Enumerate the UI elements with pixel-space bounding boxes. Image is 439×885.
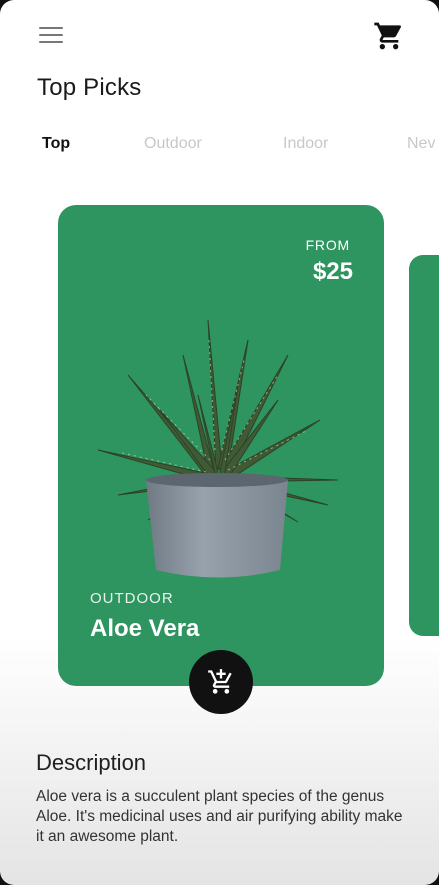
page-title: Top Picks bbox=[37, 74, 142, 101]
tab-top[interactable]: Top bbox=[42, 135, 70, 153]
description-text: Aloe vera is a succulent plant species o… bbox=[36, 788, 403, 845]
aloe-vera-plant-image bbox=[97, 319, 339, 578]
description-heading: Description bbox=[36, 750, 147, 775]
tab-new[interactable]: Nev bbox=[407, 135, 435, 153]
price-prefix: FROM bbox=[305, 237, 350, 253]
product-card[interactable]: FROM $25 OUTDOOR Aloe Vera bbox=[58, 205, 384, 686]
tab-indoor[interactable]: Indoor bbox=[283, 135, 328, 153]
category-tabs: Top Outdoor Indoor Nev bbox=[0, 135, 439, 161]
add-to-cart-icon bbox=[208, 669, 232, 694]
product-price: $25 bbox=[312, 258, 353, 285]
product-category: OUTDOOR bbox=[90, 590, 174, 607]
tab-outdoor[interactable]: Outdoor bbox=[144, 135, 202, 153]
product-name: Aloe Vera bbox=[90, 615, 200, 642]
shopping-cart-icon[interactable] bbox=[373, 20, 405, 52]
hamburger-menu-icon[interactable] bbox=[38, 24, 64, 46]
app-screen: Top Picks Top Outdoor Indoor Nev FROM $2… bbox=[0, 0, 439, 885]
next-product-card[interactable] bbox=[409, 255, 439, 636]
add-to-cart-button[interactable] bbox=[189, 650, 253, 714]
